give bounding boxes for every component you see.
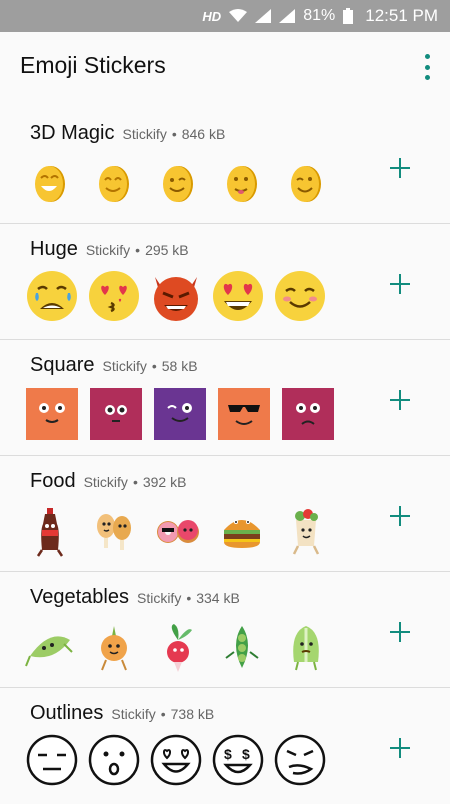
sticker-pack-square[interactable]: Square Stickify • 58 kB (0, 340, 450, 456)
status-bar: HD 81% 12:51 PM (0, 0, 450, 32)
sticker-crying-face (24, 268, 80, 324)
sticker-preview-row (22, 620, 334, 676)
add-pack-button[interactable] (388, 504, 412, 528)
pack-name: Outlines (30, 702, 104, 724)
sticker-outline-surprised-face (86, 732, 142, 788)
sticker-pack-vegetables[interactable]: Vegetables Stickify • 334 kB (0, 572, 450, 688)
pack-name: Huge (30, 238, 78, 260)
pack-size: 334 kB (196, 590, 240, 606)
svg-text:$: $ (242, 746, 250, 762)
sticker-donuts (150, 504, 206, 560)
sticker-soda-bottle (22, 504, 78, 560)
clock: 12:51 PM (365, 6, 438, 25)
pack-publisher: Stickify (111, 706, 156, 722)
pack-publisher: Stickify (102, 358, 147, 374)
sticker-3d-emoji (278, 156, 334, 212)
app-title: Emoji Stickers (20, 52, 166, 78)
sticker-preview-row (22, 504, 334, 560)
pack-publisher: Stickify (83, 474, 128, 490)
sticker-square-face (218, 386, 270, 442)
sticker-pea-pod (22, 620, 78, 676)
pack-name: 3D Magic (30, 122, 115, 144)
sticker-outline-money-face: $ $ (210, 732, 266, 788)
sticker-pack-food[interactable]: Food Stickify • 392 kB (0, 456, 450, 572)
sticker-outline-neutral-face (24, 732, 80, 788)
svg-text:$: $ (224, 746, 232, 762)
overflow-menu-icon[interactable] (422, 54, 432, 80)
sticker-square-face (90, 386, 142, 442)
add-pack-button[interactable] (388, 736, 412, 760)
network-type: HD (202, 8, 222, 24)
sticker-preview-row (26, 386, 334, 442)
pack-name: Square (30, 354, 95, 376)
sticker-preview-row: $ $ (24, 732, 328, 788)
sticker-smiling-face (272, 268, 328, 324)
signal-icon-2 (279, 9, 296, 23)
pack-name: Vegetables (30, 586, 129, 608)
sticker-3d-emoji (86, 156, 142, 212)
sticker-heart-eyes-face (210, 268, 266, 324)
pack-publisher: Stickify (136, 590, 182, 606)
pack-size: 392 kB (142, 474, 187, 490)
sticker-heart-kiss-face (86, 268, 142, 324)
battery-icon (343, 8, 354, 24)
sticker-peas (214, 620, 270, 676)
sticker-pack-3d-magic[interactable]: 3D Magic Stickify • 846 kB (0, 108, 450, 224)
sticker-burger (214, 504, 270, 560)
battery-level: 81% (303, 7, 336, 24)
sticker-3d-emoji (22, 156, 78, 212)
sticker-preview-row (22, 156, 334, 212)
sticker-square-face (154, 386, 206, 442)
pack-size: 846 kB (181, 126, 226, 142)
signal-icon (255, 9, 272, 23)
sticker-preview-row (24, 268, 328, 324)
sticker-onion (86, 620, 142, 676)
sticker-outline-heart-eyes-face (148, 732, 204, 788)
sticker-pack-huge[interactable]: Huge Stickify • 295 kB (0, 224, 450, 340)
add-pack-button[interactable] (388, 388, 412, 412)
sticker-square-face (26, 386, 78, 442)
sticker-square-face (282, 386, 334, 442)
pack-size: 738 kB (170, 706, 215, 722)
add-pack-button[interactable] (388, 156, 412, 180)
sticker-pack-list: 3D Magic Stickify • 846 kB Huge Stickify • 2… (0, 108, 450, 804)
pack-size: 58 kB (161, 358, 198, 374)
sticker-chicken-legs (86, 504, 142, 560)
sticker-wrap (278, 504, 334, 560)
sticker-lettuce (278, 620, 334, 676)
pack-name: Food (30, 470, 76, 492)
pack-size: 295 kB (145, 242, 189, 258)
add-pack-button[interactable] (388, 272, 412, 296)
sticker-outline-smirk-face (272, 732, 328, 788)
wifi-icon (229, 9, 248, 23)
pack-publisher: Stickify (85, 242, 131, 258)
add-pack-button[interactable] (388, 620, 412, 644)
sticker-3d-emoji (214, 156, 270, 212)
sticker-3d-emoji (150, 156, 206, 212)
app-bar: Emoji Stickers (0, 32, 450, 102)
sticker-pack-outlines[interactable]: Outlines Stickify • 738 kB $ $ (0, 688, 450, 804)
sticker-radish (150, 620, 206, 676)
pack-publisher: Stickify (122, 126, 167, 142)
sticker-devil-face (148, 268, 204, 324)
